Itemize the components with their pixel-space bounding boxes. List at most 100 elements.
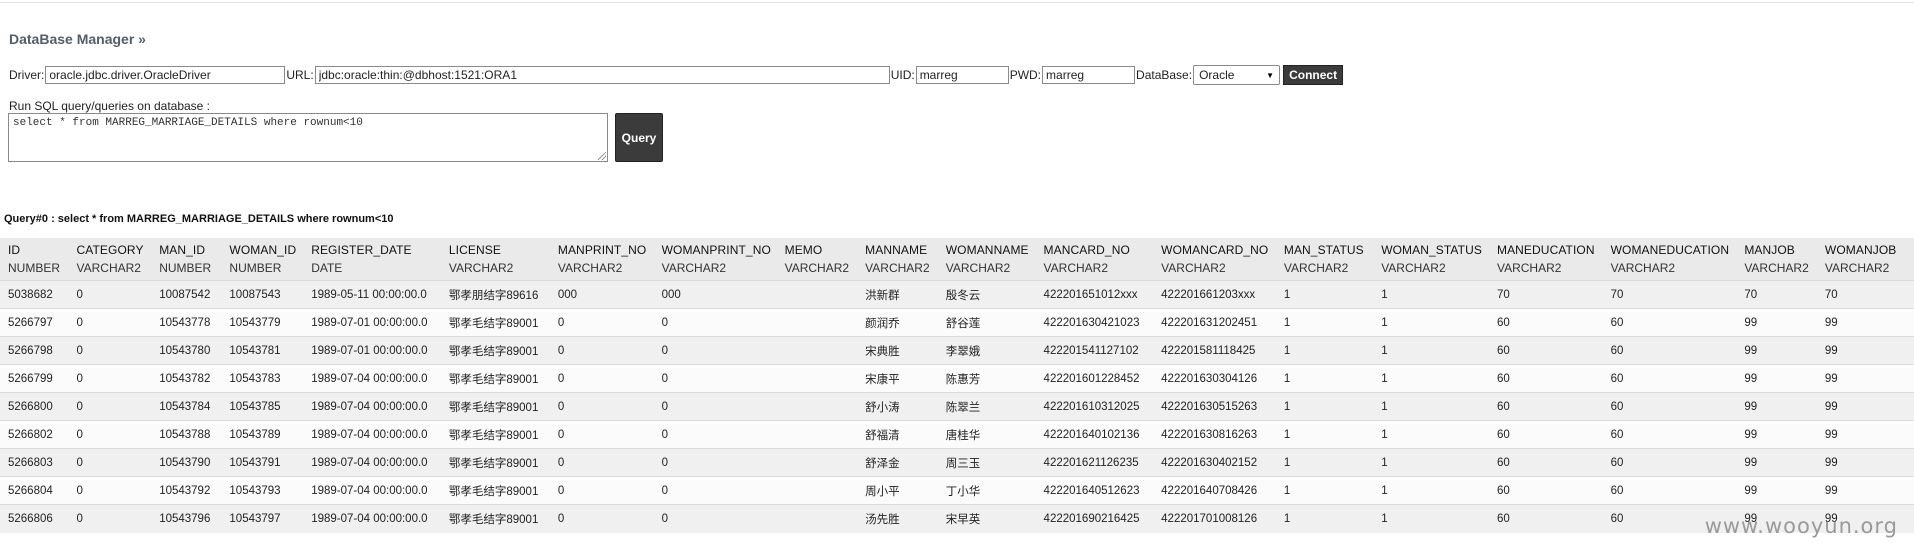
table-cell: 0 xyxy=(549,336,654,365)
table-cell: 60 xyxy=(1488,420,1603,449)
table-cell: 1 xyxy=(1373,504,1489,533)
table-cell xyxy=(776,448,858,477)
table-cell: 60 xyxy=(1602,308,1737,337)
table-cell xyxy=(776,504,858,533)
column-type: VARCHAR2 xyxy=(557,261,623,275)
table-cell: 0 xyxy=(653,308,777,337)
column-name: WOMAN_STATUS xyxy=(1381,243,1482,257)
table-cell: 70 xyxy=(1816,280,1914,309)
column-header: MANNAME VARCHAR2 xyxy=(857,238,938,281)
table-cell: 鄂孝毛结字89001 xyxy=(440,420,550,449)
database-select[interactable]: Oracle ▼ xyxy=(1193,65,1281,85)
table-cell: 1 xyxy=(1373,308,1489,337)
page-title: DataBase Manager » xyxy=(9,31,146,47)
table-cell: 60 xyxy=(1488,308,1603,337)
table-cell: 10543781 xyxy=(221,336,304,365)
column-name: MEMO xyxy=(784,243,823,257)
table-cell: 0 xyxy=(549,308,654,337)
table-cell: 1 xyxy=(1275,280,1374,309)
table-cell: 0 xyxy=(549,420,654,449)
connect-button[interactable]: Connect xyxy=(1283,65,1344,85)
table-cell xyxy=(776,420,858,449)
table-row: 5266802 0 10543788 10543789 1989-07-04 00:00… xyxy=(0,420,1914,449)
pwd-input[interactable] xyxy=(1042,66,1136,84)
column-type: VARCHAR2 xyxy=(784,261,850,275)
table-cell: 1989-07-04 00:00:00.0 xyxy=(303,420,441,449)
column-header: MEMO VARCHAR2 xyxy=(776,238,858,281)
driver-input[interactable] xyxy=(45,66,286,84)
table-cell: 洪新群 xyxy=(857,280,938,309)
table-cell: 99 xyxy=(1736,364,1817,393)
table-row: 5038682 0 10087542 10087543 1989-05-11 00:00… xyxy=(0,280,1914,309)
column-type: NUMBER xyxy=(8,261,61,275)
driver-label: Driver: xyxy=(9,68,45,82)
column-name: CATEGORY xyxy=(76,243,144,257)
table-cell: 0 xyxy=(653,504,777,533)
table-header-row: ID NUMBER CATEGORY VARCHAR2 MAN_ID NUMBER WOMA… xyxy=(0,238,1914,281)
column-name: WOMANNAME xyxy=(945,243,1029,257)
column-type: VARCHAR2 xyxy=(1381,261,1446,275)
table-cell xyxy=(776,280,858,309)
table-cell: 舒小涛 xyxy=(857,392,938,421)
table-cell: 70 xyxy=(1602,280,1737,309)
table-cell: 鄂孝毛结字89001 xyxy=(440,392,550,421)
table-cell: 5266797 xyxy=(0,308,69,337)
column-header: WOMANNAME VARCHAR2 xyxy=(937,238,1036,281)
table-cell: 99 xyxy=(1816,420,1914,449)
table-cell: 舒福清 xyxy=(857,420,938,449)
table-cell: 1 xyxy=(1373,448,1489,477)
table-cell: 鄂孝朋结字89616 xyxy=(440,280,550,309)
table-cell: 0 xyxy=(68,448,152,477)
column-type: VARCHAR2 xyxy=(661,261,727,275)
table-cell: 0 xyxy=(549,504,654,533)
column-name: MANEDUCATION xyxy=(1496,243,1595,257)
column-header: MAN_STATUS VARCHAR2 xyxy=(1275,238,1374,281)
table-cell: 1 xyxy=(1275,476,1374,505)
table-cell: 10543785 xyxy=(221,392,304,421)
table-cell: 99 xyxy=(1736,476,1817,505)
table-cell: 422201581118425 xyxy=(1153,336,1276,365)
sql-query-textarea[interactable]: select * from MARREG_MARRIAGE_DETAILS wh… xyxy=(8,113,608,162)
table-cell: 99 xyxy=(1816,448,1914,477)
column-header: WOMANEDUCATION VARCHAR2 xyxy=(1602,238,1737,281)
table-cell: 1 xyxy=(1275,364,1374,393)
table-cell: 0 xyxy=(68,280,152,309)
table-cell: 99 xyxy=(1816,308,1914,337)
result-table-container: ID NUMBER CATEGORY VARCHAR2 MAN_ID NUMBER WOMA… xyxy=(0,238,1914,546)
table-cell: 0 xyxy=(549,448,654,477)
column-header: WOMAN_ID NUMBER xyxy=(221,238,304,281)
table-cell: 10543782 xyxy=(151,364,222,393)
table-cell: 99 xyxy=(1816,364,1914,393)
table-cell: 1 xyxy=(1275,504,1374,533)
column-name: ID xyxy=(8,243,21,257)
query-button[interactable]: Query xyxy=(615,113,663,162)
table-cell: 99 xyxy=(1736,420,1817,449)
url-label: URL: xyxy=(286,68,314,82)
table-cell: 422201630515263 xyxy=(1153,392,1276,421)
column-type: VARCHAR2 xyxy=(865,261,930,275)
table-cell: 宋典胜 xyxy=(857,336,938,365)
top-divider xyxy=(0,2,1914,3)
result-title: Query#0 : select * from MARREG_MARRIAGE_… xyxy=(4,213,394,225)
column-name: MANPRINT_NO xyxy=(557,243,647,257)
table-cell: 5266803 xyxy=(0,448,69,477)
table-cell: 陈惠芳 xyxy=(937,364,1036,393)
table-cell: 5266806 xyxy=(0,504,69,533)
column-type: DATE xyxy=(311,261,343,275)
uid-input[interactable] xyxy=(915,66,1009,84)
table-cell: 1 xyxy=(1275,448,1374,477)
table-cell: 殷冬云 xyxy=(937,280,1036,309)
table-cell: 汤先胜 xyxy=(857,504,938,533)
table-cell: 鄂孝毛结字89001 xyxy=(440,448,550,477)
table-cell: 10543780 xyxy=(151,336,222,365)
table-cell: 1989-07-04 00:00:00.0 xyxy=(303,448,441,477)
table-cell: 5266802 xyxy=(0,420,69,449)
column-name: LICENSE xyxy=(448,243,501,257)
table-cell: 5266799 xyxy=(0,364,69,393)
table-row: 5266797 0 10543778 10543779 1989-07-01 00:00… xyxy=(0,308,1914,337)
table-cell: 422201640512623 xyxy=(1035,476,1154,505)
resize-grip-icon[interactable] xyxy=(598,152,606,160)
column-header: REGISTER_DATE DATE xyxy=(303,238,441,281)
url-input[interactable] xyxy=(314,66,890,84)
table-cell: 10543778 xyxy=(151,308,222,337)
